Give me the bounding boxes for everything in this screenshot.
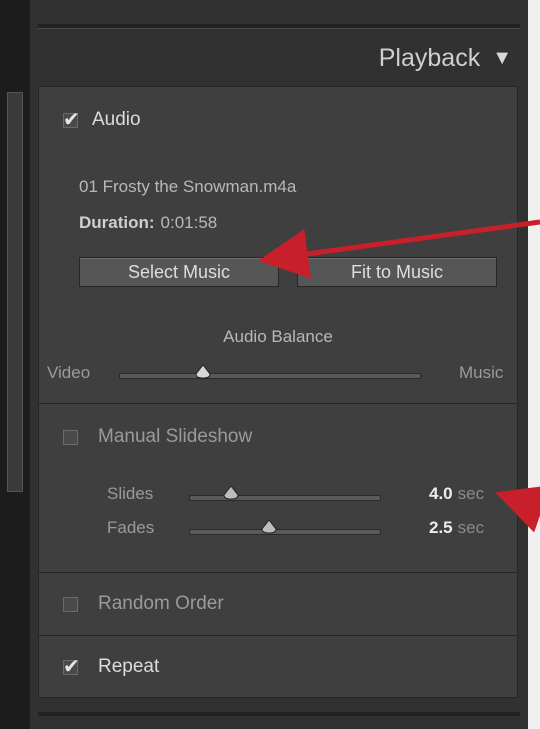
annotation-arrow-select-music [258,219,540,279]
lightroom-slideshow-screen: Playback ▼ Audio 01 Frosty the Snowman.m… [0,0,540,729]
annotation-arrow-slides [495,485,540,533]
annotation-arrows [258,219,540,533]
